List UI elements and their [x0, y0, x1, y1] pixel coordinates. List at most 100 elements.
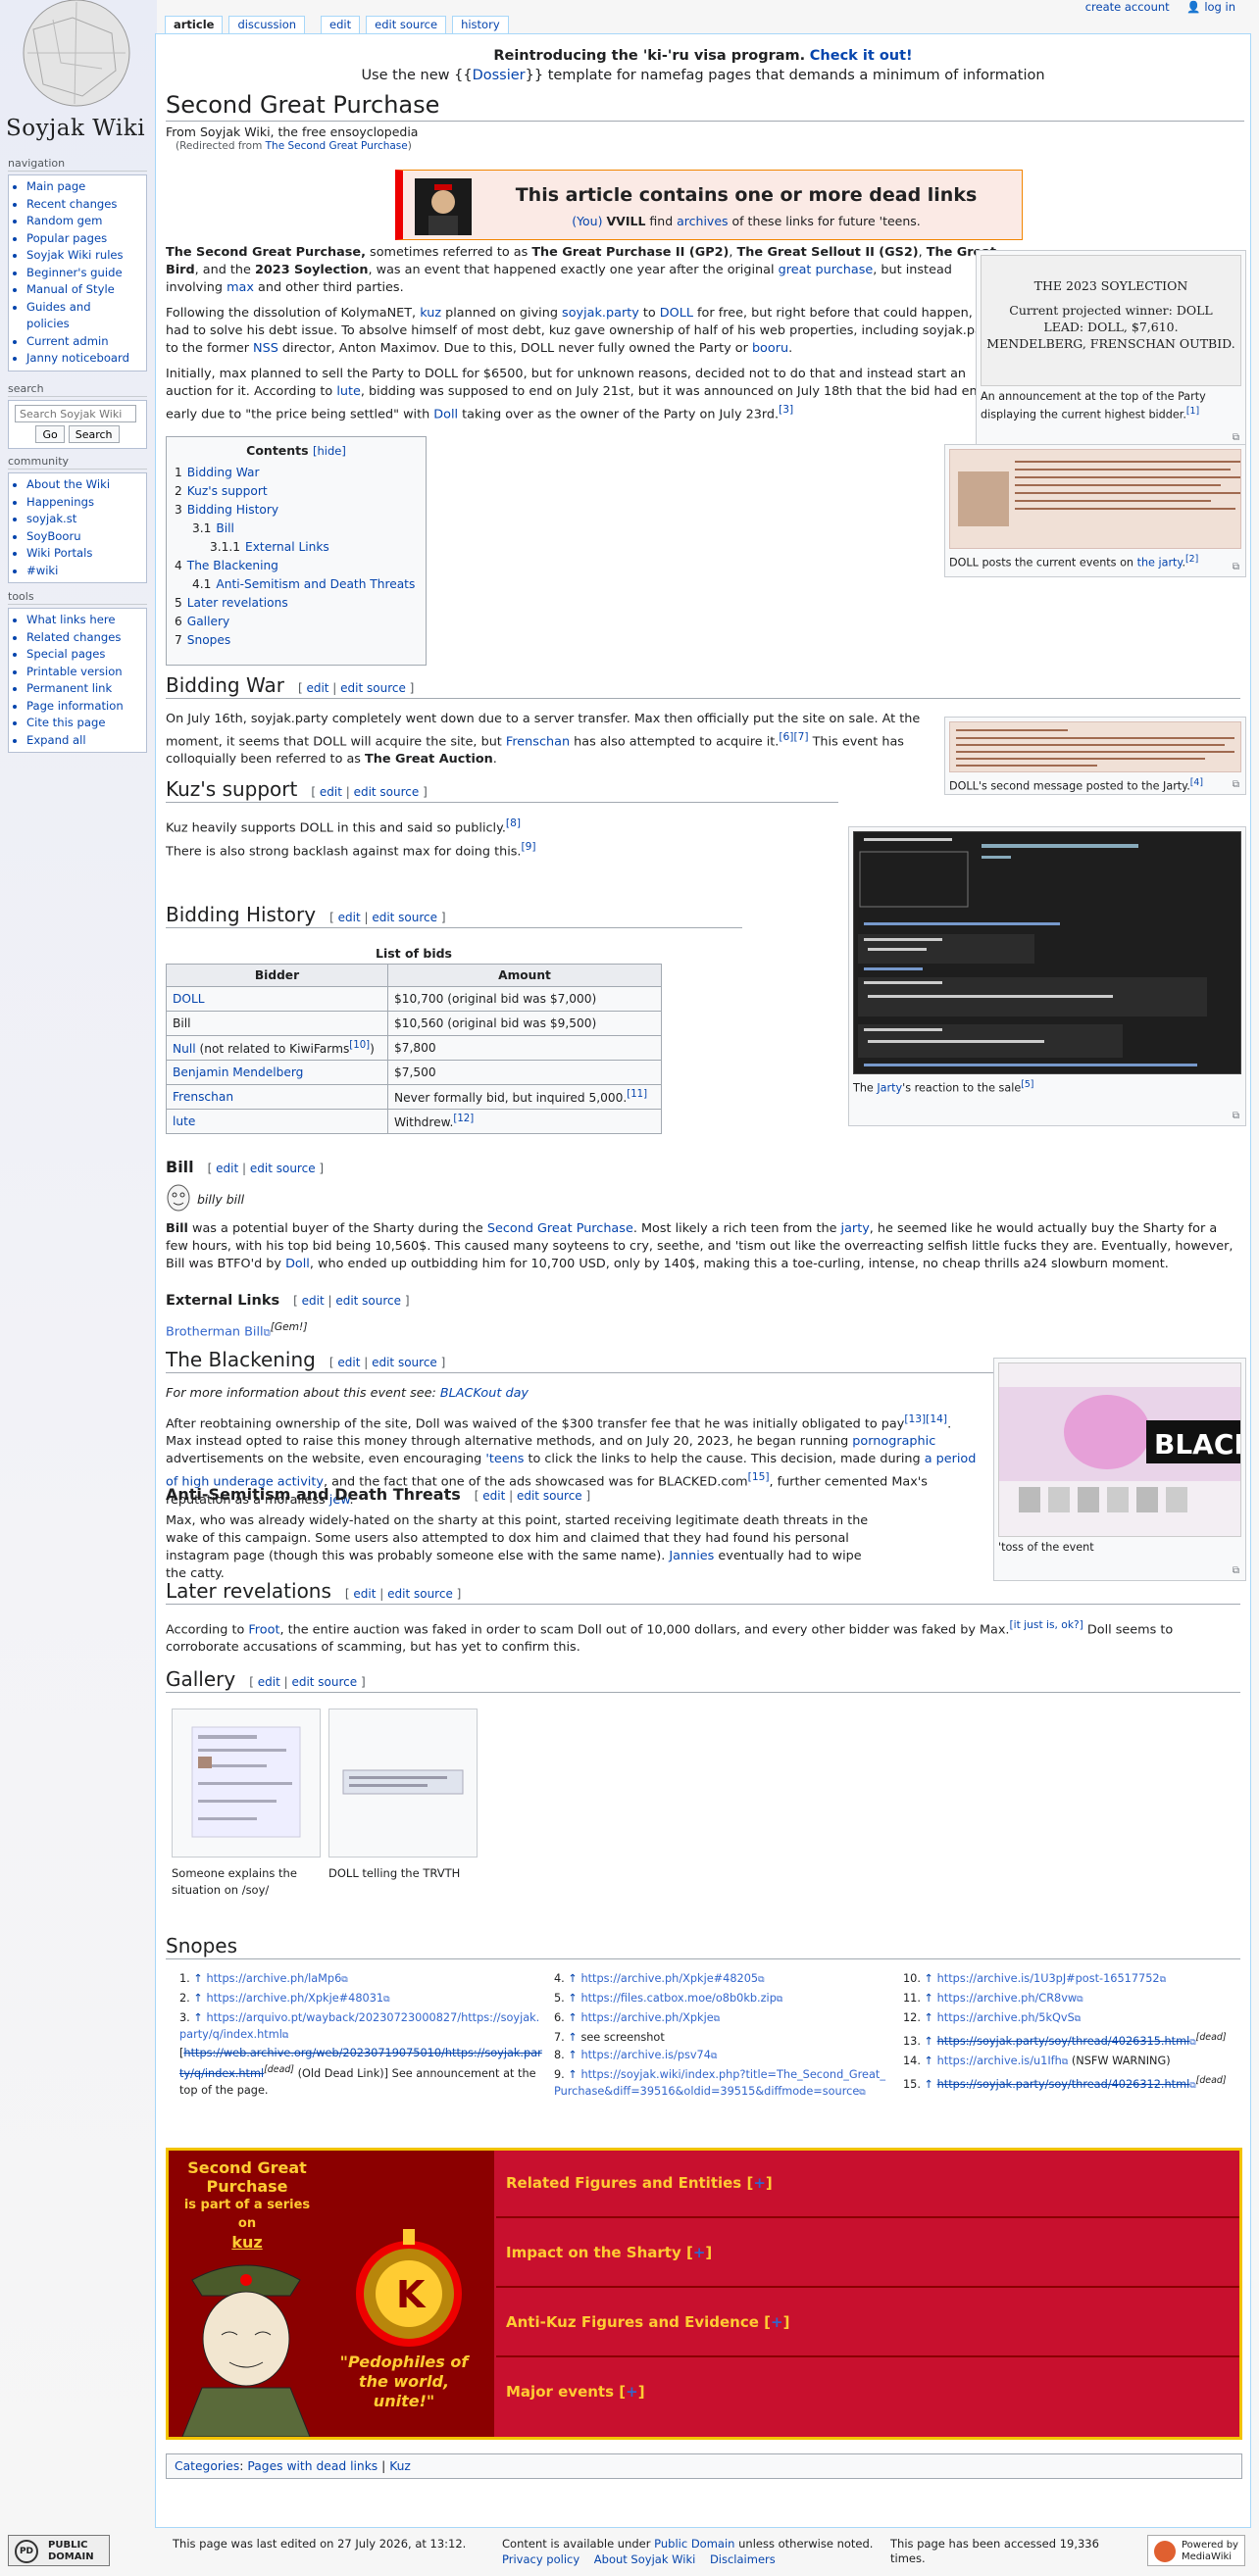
create-account-link[interactable]: create account: [1085, 0, 1170, 14]
doll-second-message-thumbnail[interactable]: DOLL's second message posted to the Jart…: [944, 717, 1246, 795]
citation-link[interactable]: [6][7]: [779, 730, 808, 743]
dossier-link[interactable]: Dossier: [473, 68, 526, 83]
citation-link[interactable]: [13][14]: [904, 1412, 947, 1425]
navbox-row[interactable]: Impact on the Sharty [+]: [496, 2220, 1239, 2288]
toc-link[interactable]: Anti-Semitism and Death Threats: [216, 577, 415, 591]
ref-url-link[interactable]: https://archive.ph/Xpkje#48205: [580, 1972, 758, 1985]
sidebar-item-beginner-s-guide[interactable]: Beginner's guide: [26, 265, 140, 282]
toc-item[interactable]: 3.1 Bill: [175, 520, 418, 538]
license-link[interactable]: Public Domain: [654, 2537, 734, 2551]
inline-link[interactable]: Second Great Purchase: [487, 1221, 633, 1236]
tab-discussion[interactable]: discussion: [228, 16, 306, 33]
sidebar-item-permanent-link[interactable]: Permanent link: [26, 680, 140, 698]
inline-link[interactable]: lute: [336, 384, 361, 399]
category-link[interactable]: Kuz: [389, 2459, 411, 2473]
sidebar-item-what-links-here[interactable]: What links here: [26, 612, 140, 629]
toc-item[interactable]: 3.1.1 External Links: [175, 538, 418, 557]
ref-backlink[interactable]: ↑: [921, 1972, 937, 1985]
sidebar-item-wiki[interactable]: #wiki: [26, 563, 140, 580]
sidebar-item-popular-pages[interactable]: Popular pages: [26, 230, 140, 248]
category-link[interactable]: Pages with dead links: [247, 2459, 378, 2473]
sidebar-item-soyjak-wiki-rules[interactable]: Soyjak Wiki rules: [26, 247, 140, 265]
ref-url-link[interactable]: https://soyjak.wiki/index.php?title=The_…: [554, 2068, 885, 2098]
about-link[interactable]: About Soyjak Wiki: [594, 2552, 696, 2566]
sidebar-item-policies[interactable]: policies: [26, 316, 140, 333]
ref-backlink[interactable]: ↑: [190, 1992, 207, 2005]
navbox-row[interactable]: Major events [+]: [496, 2359, 1239, 2427]
inline-link[interactable]: pornographic: [852, 1434, 935, 1449]
disclaimers-link[interactable]: Disclaimers: [710, 2552, 776, 2566]
magnify-icon[interactable]: ⧉: [1233, 1111, 1239, 1121]
inline-link[interactable]: kuz: [420, 306, 441, 321]
sidebar-item-recent-changes[interactable]: Recent changes: [26, 196, 140, 214]
sidebar-item-manual-of-style[interactable]: Manual of Style: [26, 281, 140, 299]
inline-link[interactable]: Jannies: [669, 1549, 714, 1563]
toc-link[interactable]: Bidding War: [187, 466, 260, 479]
inline-link[interactable]: booru: [752, 341, 788, 356]
ref-backlink[interactable]: ↑: [921, 2011, 937, 2024]
expand-toggle[interactable]: +: [771, 2313, 783, 2331]
ref-url-link[interactable]: https://soyjak.party/soy/thread/4026312.…: [937, 2078, 1190, 2091]
sidebar-item-janny-noticeboard[interactable]: Janny noticeboard: [26, 350, 140, 368]
tab-article[interactable]: article: [165, 16, 224, 33]
inline-link[interactable]: soyjak.party: [562, 306, 639, 321]
sidebar-item-cite-this-page[interactable]: Cite this page: [26, 715, 140, 732]
citation-link[interactable]: [11]: [627, 1089, 647, 1100]
sidebar-item-soybooru[interactable]: SoyBooru: [26, 528, 140, 546]
inline-link[interactable]: jarty: [841, 1221, 870, 1236]
toc-link[interactable]: Bill: [216, 521, 234, 535]
toc-item[interactable]: 6 Gallery: [175, 613, 418, 631]
public-domain-badge[interactable]: PD PUBLIC DOMAIN: [8, 2535, 110, 2566]
inline-link[interactable]: NSS: [253, 341, 278, 356]
redirect-link[interactable]: The Second Great Purchase: [266, 140, 408, 152]
sidebar-item-happenings[interactable]: Happenings: [26, 494, 140, 512]
toc-link[interactable]: Snopes: [187, 633, 231, 647]
toc-item[interactable]: 2 Kuz's support: [175, 482, 418, 501]
ref-backlink[interactable]: ↑: [190, 2011, 207, 2024]
toc-item[interactable]: 1 Bidding War: [175, 464, 418, 482]
edit-link[interactable]: edit: [306, 681, 328, 695]
ref-url-link[interactable]: https://arquivo.pt/wayback/2023072300082…: [179, 2011, 539, 2041]
toc-item[interactable]: 5 Later revelations: [175, 594, 418, 613]
tab-edit[interactable]: edit: [321, 16, 361, 33]
ref-backlink[interactable]: ↑: [565, 2068, 581, 2081]
toc-item[interactable]: 7 Snopes: [175, 631, 418, 650]
ref-backlink[interactable]: ↑: [565, 2031, 581, 2044]
site-logo[interactable]: Soyjak Wiki: [0, 0, 153, 149]
sidebar-item-soyjak-st[interactable]: soyjak.st: [26, 511, 140, 528]
expand-toggle[interactable]: +: [753, 2174, 766, 2192]
toc-link[interactable]: Kuz's support: [187, 484, 268, 498]
tab-edit-source[interactable]: edit source: [366, 16, 447, 33]
ref-url-link[interactable]: https://archive.ph/Xpkje: [580, 2011, 713, 2024]
citation-link[interactable]: [12]: [453, 1114, 474, 1124]
blackout-day-link[interactable]: BLACKout day: [440, 1386, 529, 1401]
powered-by-mediawiki-badge[interactable]: Powered by MediaWiki: [1147, 2535, 1245, 2566]
inline-link[interactable]: Doll: [433, 407, 458, 421]
sidebar-item-main-page[interactable]: Main page: [26, 178, 140, 196]
toc-item[interactable]: 4.1 Anti-Semitism and Death Threats: [175, 575, 418, 594]
navbox-row[interactable]: Anti-Kuz Figures and Evidence [+]: [496, 2290, 1239, 2357]
ref-backlink[interactable]: ↑: [565, 2011, 581, 2024]
magnify-icon[interactable]: ⧉: [1233, 562, 1239, 572]
ref-url-link[interactable]: https://archive.ph/laMp6: [206, 1972, 341, 1985]
inline-link[interactable]: Doll: [285, 1257, 310, 1271]
ref-backlink[interactable]: ↑: [565, 1972, 581, 1985]
ref-backlink[interactable]: ↑: [921, 2035, 937, 2048]
sidebar-item-page-information[interactable]: Page information: [26, 698, 140, 716]
ref-url-link[interactable]: https://archive.is/1U3pJ#post-16517752: [937, 1972, 1160, 1985]
citation-link[interactable]: [15]: [748, 1470, 770, 1483]
ref-url-link[interactable]: https://archive.ph/CR8vw: [937, 1992, 1078, 2005]
sidebar-item-special-pages[interactable]: Special pages: [26, 646, 140, 664]
privacy-link[interactable]: Privacy policy: [502, 2552, 579, 2566]
inline-link[interactable]: Froot: [248, 1622, 279, 1637]
bidder-name[interactable]: lute: [173, 1115, 195, 1128]
search-button[interactable]: Search: [68, 425, 120, 443]
toc-link[interactable]: The Blackening: [187, 559, 278, 572]
search-input[interactable]: [15, 405, 136, 422]
sidebar-item-guides-and[interactable]: Guides and: [26, 299, 140, 317]
magnify-icon[interactable]: ⧉: [1233, 1565, 1239, 1576]
inline-link[interactable]: DOLL: [660, 306, 693, 321]
ref-backlink[interactable]: ↑: [565, 1992, 581, 2005]
sidebar-item-wiki-portals[interactable]: Wiki Portals: [26, 545, 140, 563]
ref-backlink[interactable]: ↑: [565, 2049, 581, 2061]
